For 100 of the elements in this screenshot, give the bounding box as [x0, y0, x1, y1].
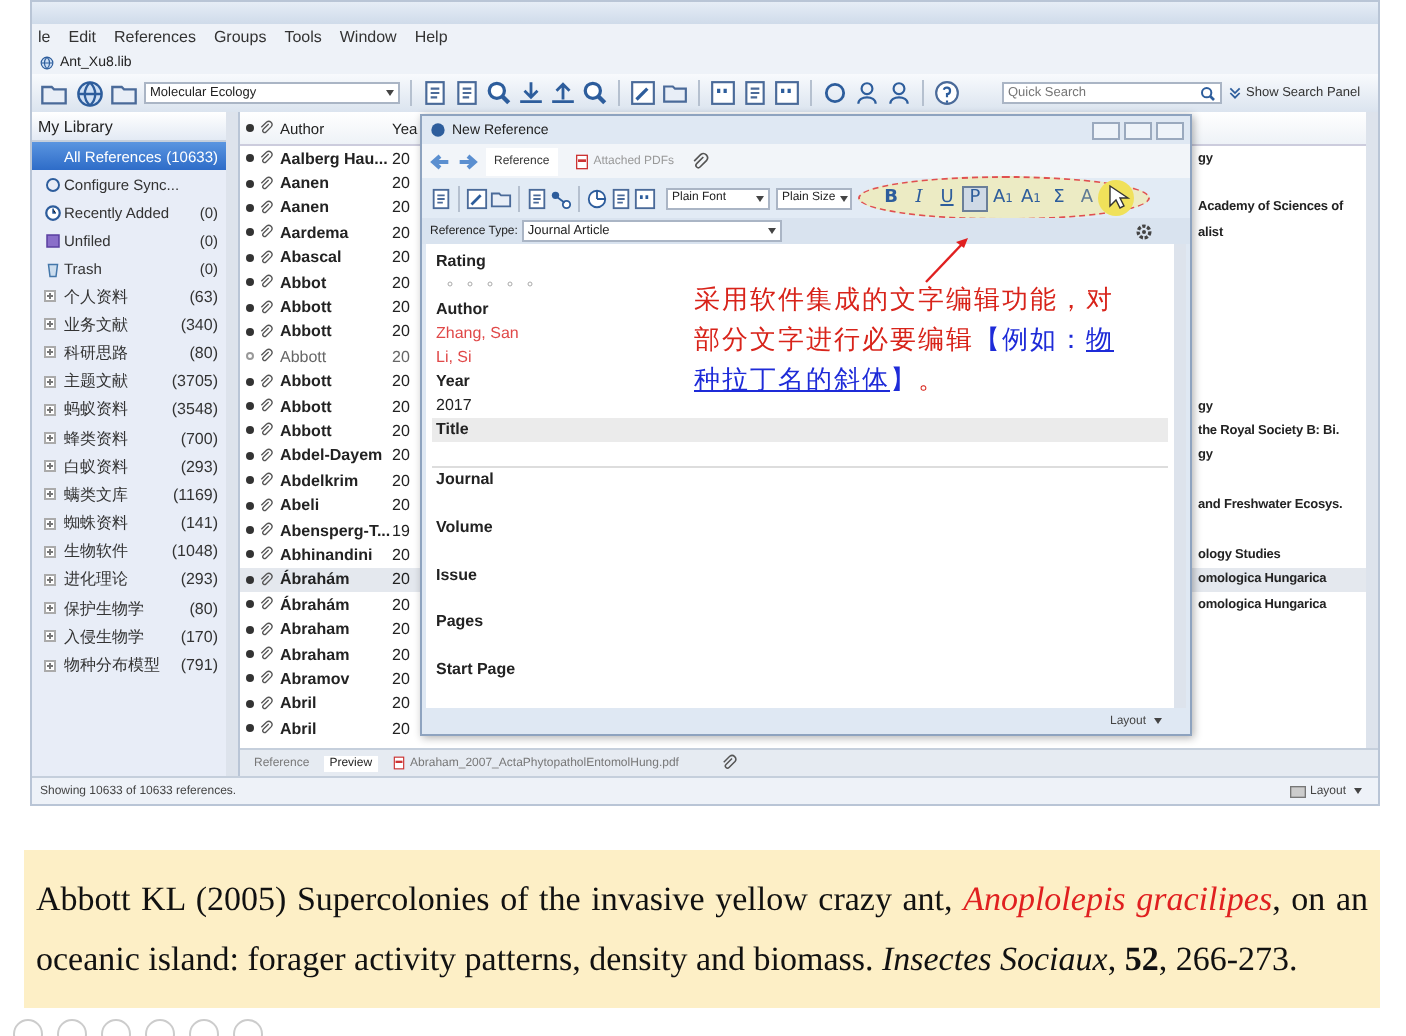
- scrollbar[interactable]: [1366, 112, 1378, 748]
- document-icon[interactable]: [742, 80, 768, 106]
- globe-icon[interactable]: [76, 79, 104, 107]
- forward-arrow-icon[interactable]: [458, 151, 478, 171]
- year-cell-text: 20: [392, 273, 412, 292]
- link-icon[interactable]: [550, 187, 572, 209]
- author-cell-text: Abraham: [278, 645, 352, 663]
- author-cell-text: Abbott: [278, 397, 334, 416]
- menu-item[interactable]: Window: [339, 28, 397, 46]
- group-item[interactable]: 白蚁资料 (293): [32, 452, 226, 481]
- field-value[interactable]: 2017: [436, 393, 472, 418]
- field-label: Journal: [436, 468, 494, 492]
- pointer-arrow: [924, 236, 972, 284]
- edit-icon[interactable]: [630, 80, 656, 106]
- author-cell-text: Abdel-Dayem: [278, 446, 385, 465]
- expand-icon[interactable]: [44, 488, 56, 501]
- menu-item[interactable]: References: [114, 28, 196, 46]
- sidebar-header: My Library: [32, 112, 226, 142]
- group-item[interactable]: 蚂蚁资料 (3548): [32, 395, 226, 424]
- expand-icon[interactable]: [44, 573, 56, 586]
- expand-icon[interactable]: [44, 290, 56, 303]
- year-cell-text: 20: [392, 719, 412, 738]
- document-icon[interactable]: [610, 187, 632, 209]
- group-item[interactable]: 螨类文库 (1169): [32, 480, 226, 509]
- document-icon[interactable]: [422, 80, 448, 106]
- year-cell-text: 20: [392, 198, 412, 217]
- group-item[interactable]: 入侵生物学 (170): [32, 622, 226, 651]
- expand-icon[interactable]: [44, 432, 56, 445]
- pdf-icon: [573, 153, 590, 169]
- year-cell-text: 20: [392, 248, 412, 267]
- author-cell-text: Abbott: [278, 322, 334, 341]
- upload-icon[interactable]: [550, 80, 576, 106]
- group-item[interactable]: 蜂类资料 (700): [32, 423, 226, 453]
- author-cell-text: Abraham: [278, 620, 352, 639]
- author-cell-text: Ábrahám: [278, 570, 352, 589]
- group-item[interactable]: 业务文献 (340): [32, 310, 226, 339]
- expand-icon[interactable]: [44, 318, 56, 331]
- expand-icon[interactable]: [44, 659, 56, 672]
- paperclip-icon[interactable]: [690, 151, 711, 171]
- chart-icon[interactable]: [586, 187, 608, 209]
- back-arrow-icon[interactable]: [430, 151, 450, 171]
- format-button[interactable]: U: [934, 185, 960, 211]
- edit-icon[interactable]: [466, 187, 488, 209]
- menu-item[interactable]: Edit: [68, 28, 97, 46]
- status-column-icon: [245, 124, 253, 132]
- menu-item[interactable]: Groups: [213, 28, 267, 46]
- menu-item[interactable]: Help: [414, 28, 448, 46]
- annotation-text: 采用软件集成的文字编辑功能，对部分文字进行必要编辑【例如：物种拉丁名的斜体】。: [694, 284, 1116, 400]
- cursor-highlight: [1098, 180, 1134, 216]
- author-cell-text: Abbott: [278, 421, 334, 440]
- expand-icon[interactable]: [44, 602, 56, 615]
- field-value[interactable]: Li, Si: [436, 345, 472, 369]
- search-icon[interactable]: [582, 80, 608, 106]
- expand-icon[interactable]: [44, 517, 56, 530]
- group-item[interactable]: 物种分布模型 (791): [32, 650, 226, 680]
- field-value[interactable]: Zhang, San: [436, 321, 519, 346]
- group-item[interactable]: 进化理论 (293): [32, 565, 226, 595]
- clock-icon: [44, 203, 62, 221]
- author-cell-text: Abril: [278, 694, 319, 713]
- person-icon[interactable]: [854, 80, 880, 106]
- expand-icon[interactable]: [44, 403, 56, 416]
- group-item[interactable]: 主题文献 (3705): [32, 367, 226, 396]
- scrollbar[interactable]: [1174, 244, 1186, 708]
- author-cell-text: Abbot: [278, 273, 329, 292]
- help-icon[interactable]: [934, 80, 960, 106]
- document-icon[interactable]: [454, 80, 480, 106]
- year-cell-text: 20: [392, 620, 412, 639]
- folder-icon[interactable]: [490, 187, 512, 209]
- expand-icon[interactable]: [44, 346, 56, 359]
- expand-icon[interactable]: [44, 545, 56, 558]
- year-cell-text: 20: [392, 223, 412, 242]
- expand-icon[interactable]: [44, 630, 56, 643]
- document-icon[interactable]: [526, 187, 548, 209]
- group-item[interactable]: 科研思路 (80): [32, 338, 226, 368]
- scrollbar[interactable]: [226, 112, 238, 776]
- text-input[interactable]: [432, 441, 1168, 468]
- year-cell-text: 20: [392, 446, 412, 465]
- year-cell-text: 20: [392, 471, 412, 490]
- group-item[interactable]: 保护生物学 (80): [32, 594, 226, 623]
- group-item[interactable]: 蜘蛛资料 (141): [32, 509, 226, 538]
- expand-icon[interactable]: [44, 460, 56, 473]
- format-button[interactable]: P: [962, 185, 988, 211]
- format-button[interactable]: I: [906, 185, 932, 211]
- download-icon[interactable]: [518, 80, 544, 106]
- group-item[interactable]: 生物软件 (1048): [32, 537, 226, 566]
- paperclip-icon[interactable]: [720, 754, 739, 772]
- author-cell-text: Abhinandini: [278, 545, 375, 564]
- format-button[interactable]: Σ: [1046, 185, 1072, 211]
- menu-item[interactable]: le: [38, 28, 51, 46]
- author-cell-text: Abril: [278, 719, 319, 738]
- group-item[interactable]: 个人资料 (63): [32, 282, 226, 311]
- settings-icon[interactable]: [1134, 221, 1154, 241]
- expand-icon[interactable]: [44, 375, 56, 388]
- field-label: Pages: [436, 610, 484, 635]
- folder-icon[interactable]: [662, 80, 688, 106]
- format-button[interactable]: A: [1074, 185, 1100, 211]
- year-cell-text: 19: [392, 521, 412, 540]
- format-button[interactable]: B: [878, 185, 904, 211]
- menu-item[interactable]: Tools: [284, 28, 322, 46]
- person-icon[interactable]: [886, 80, 912, 106]
